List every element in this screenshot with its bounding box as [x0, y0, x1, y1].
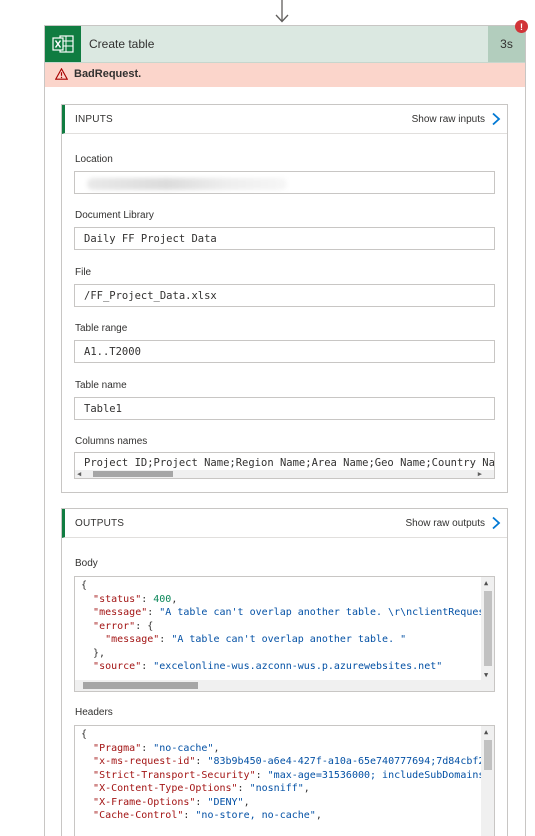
show-raw-inputs-link[interactable]: Show raw inputs	[412, 114, 485, 125]
vertical-scrollbar[interactable]: ▲	[481, 726, 494, 836]
action-title: Create table	[89, 37, 155, 51]
columns-names-label: Columns names	[75, 436, 148, 447]
table-range-label: Table range	[75, 323, 128, 334]
error-badge: !	[515, 20, 528, 33]
scroll-down-icon[interactable]: ▼	[484, 671, 488, 679]
outputs-title: OUTPUTS	[75, 518, 125, 529]
connector-arrow-icon	[275, 0, 289, 23]
chevron-right-icon[interactable]	[491, 112, 501, 126]
scrollbar-thumb[interactable]	[484, 591, 492, 666]
horizontal-scrollbar[interactable]	[75, 680, 483, 691]
header-request-id: "83b9b450-a6e4-427f-a10a-65e740777694;7d…	[207, 756, 485, 767]
outputs-section: OUTPUTS Show raw outputs Body { "status"…	[61, 508, 508, 836]
location-field[interactable]	[74, 171, 495, 194]
action-header[interactable]: Create table 3s	[45, 26, 525, 63]
redacted-location	[87, 178, 287, 190]
document-library-label: Document Library	[75, 210, 154, 221]
chevron-right-icon[interactable]	[491, 516, 501, 530]
body-status: 400	[153, 593, 172, 605]
header-xfo: "DENY"	[207, 796, 244, 808]
file-label: File	[75, 267, 92, 278]
vertical-scrollbar[interactable]: ▲ ▼	[481, 577, 494, 691]
outputs-header: OUTPUTS Show raw outputs	[62, 509, 507, 538]
header-cache-control: "no-store, no-cache"	[195, 810, 316, 821]
body-code-viewer[interactable]: { "status": 400, "message": "A table can…	[74, 576, 495, 692]
document-library-field[interactable]: Daily FF Project Data	[74, 227, 495, 250]
file-field[interactable]: /FF_Project_Data.xlsx	[74, 284, 495, 307]
inputs-section: INPUTS Show raw inputs Location Document…	[61, 104, 508, 493]
columns-names-field[interactable]: Project ID;Project Name;Region Name;Area…	[74, 452, 495, 479]
header-sts: "max-age=31536000; includeSubDomains	[267, 769, 485, 781]
body-label: Body	[75, 558, 98, 569]
body-source: "excelonline-wus.azconn-wus.p.azurewebsi…	[153, 661, 443, 672]
body-error-message: "A table can't overlap another table. "	[171, 634, 407, 645]
scrollbar-thumb[interactable]	[83, 682, 198, 689]
location-label: Location	[75, 154, 113, 165]
scroll-up-icon[interactable]: ▲	[484, 579, 488, 587]
table-name-label: Table name	[75, 380, 127, 391]
scrollbar-thumb[interactable]	[484, 740, 492, 770]
header-xcto: "nosniff"	[249, 783, 304, 794]
error-message: BadRequest.	[74, 68, 142, 80]
scroll-left-icon[interactable]: ◀	[77, 470, 81, 478]
table-name-field[interactable]: Table1	[74, 397, 495, 420]
scroll-up-icon[interactable]: ▲	[484, 728, 488, 736]
warning-icon	[55, 68, 68, 80]
horizontal-scrollbar[interactable]: ◀ ▶	[75, 470, 494, 478]
body-message: "A table can't overlap another table. \r…	[159, 607, 495, 618]
headers-label: Headers	[75, 707, 113, 718]
show-raw-outputs-link[interactable]: Show raw outputs	[406, 518, 486, 529]
columns-names-value: Project ID;Project Name;Region Name;Area…	[84, 457, 495, 469]
scroll-right-icon[interactable]: ▶	[478, 470, 482, 478]
error-banner: BadRequest.	[45, 63, 525, 87]
table-range-field[interactable]: A1..T2000	[74, 340, 495, 363]
headers-code-viewer[interactable]: { "Pragma": "no-cache", "x-ms-request-id…	[74, 725, 495, 836]
excel-icon	[45, 26, 81, 62]
header-pragma: "no-cache"	[153, 742, 214, 754]
inputs-header: INPUTS Show raw inputs	[62, 105, 507, 134]
action-card: Create table 3s BadRequest. INPUTS Show …	[44, 25, 526, 836]
scrollbar-thumb[interactable]	[93, 471, 173, 477]
inputs-title: INPUTS	[75, 114, 113, 125]
